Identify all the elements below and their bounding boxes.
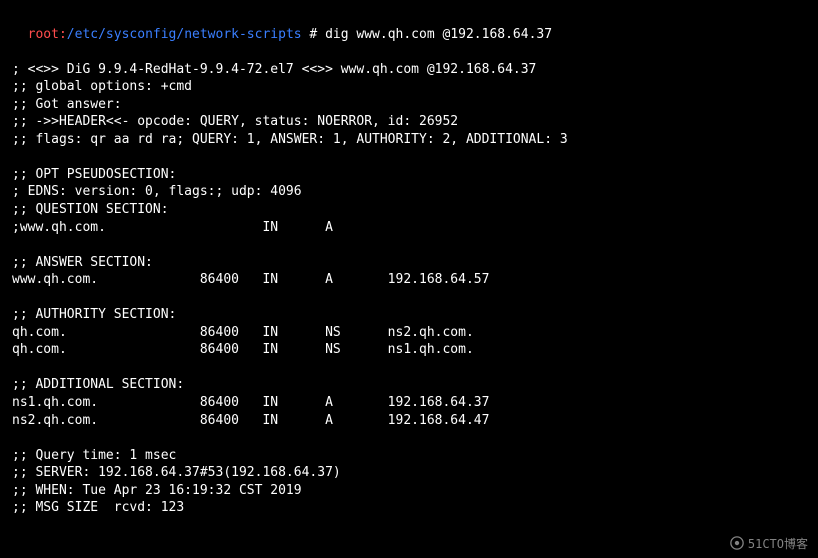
blank-line bbox=[12, 359, 806, 377]
blank-line bbox=[12, 289, 806, 307]
blank-line bbox=[12, 236, 806, 254]
prompt-user: root bbox=[28, 27, 59, 42]
watermark-text: 51CTO博客 bbox=[748, 537, 808, 551]
opt-pseudosection-title: ;; OPT PSEUDOSECTION: bbox=[12, 166, 806, 184]
prompt-separator: : bbox=[59, 27, 67, 42]
answer-section-title: ;; ANSWER SECTION: bbox=[12, 254, 806, 272]
prompt-path: /etc/sysconfig/network-scripts bbox=[67, 27, 302, 42]
watermark: 51CTO博客 bbox=[730, 536, 808, 552]
command-text: dig www.qh.com @192.168.64.37 bbox=[325, 27, 552, 42]
footer-query-time: ;; Query time: 1 msec bbox=[12, 447, 806, 465]
dig-global-options: ;; global options: +cmd bbox=[12, 78, 806, 96]
question-row: ;www.qh.com. IN A bbox=[12, 219, 806, 237]
question-section-title: ;; QUESTION SECTION: bbox=[12, 201, 806, 219]
answer-row: www.qh.com. 86400 IN A 192.168.64.57 bbox=[12, 271, 806, 289]
blog-logo-icon bbox=[730, 536, 744, 550]
blank-line bbox=[12, 148, 806, 166]
dig-header: ;; ->>HEADER<<- opcode: QUERY, status: N… bbox=[12, 113, 806, 131]
blank-line bbox=[12, 429, 806, 447]
authority-row-2: qh.com. 86400 IN NS ns1.qh.com. bbox=[12, 341, 806, 359]
dig-banner: ; <<>> DiG 9.9.4-RedHat-9.9.4-72.el7 <<>… bbox=[12, 61, 806, 79]
additional-row-1: ns1.qh.com. 86400 IN A 192.168.64.37 bbox=[12, 394, 806, 412]
authority-section-title: ;; AUTHORITY SECTION: bbox=[12, 306, 806, 324]
footer-server: ;; SERVER: 192.168.64.37#53(192.168.64.3… bbox=[12, 464, 806, 482]
additional-row-2: ns2.qh.com. 86400 IN A 192.168.64.47 bbox=[12, 412, 806, 430]
opt-edns: ; EDNS: version: 0, flags:; udp: 4096 bbox=[12, 183, 806, 201]
additional-section-title: ;; ADDITIONAL SECTION: bbox=[12, 376, 806, 394]
authority-row-1: qh.com. 86400 IN NS ns2.qh.com. bbox=[12, 324, 806, 342]
blank-line bbox=[12, 43, 806, 61]
dig-flags: ;; flags: qr aa rd ra; QUERY: 1, ANSWER:… bbox=[12, 131, 806, 149]
prompt-hash: # bbox=[302, 27, 325, 42]
footer-when: ;; WHEN: Tue Apr 23 16:19:32 CST 2019 bbox=[12, 482, 806, 500]
shell-prompt-line[interactable]: root:/etc/sysconfig/network-scripts # di… bbox=[12, 8, 806, 43]
dig-got-answer: ;; Got answer: bbox=[12, 96, 806, 114]
footer-msg-size: ;; MSG SIZE rcvd: 123 bbox=[12, 499, 806, 517]
